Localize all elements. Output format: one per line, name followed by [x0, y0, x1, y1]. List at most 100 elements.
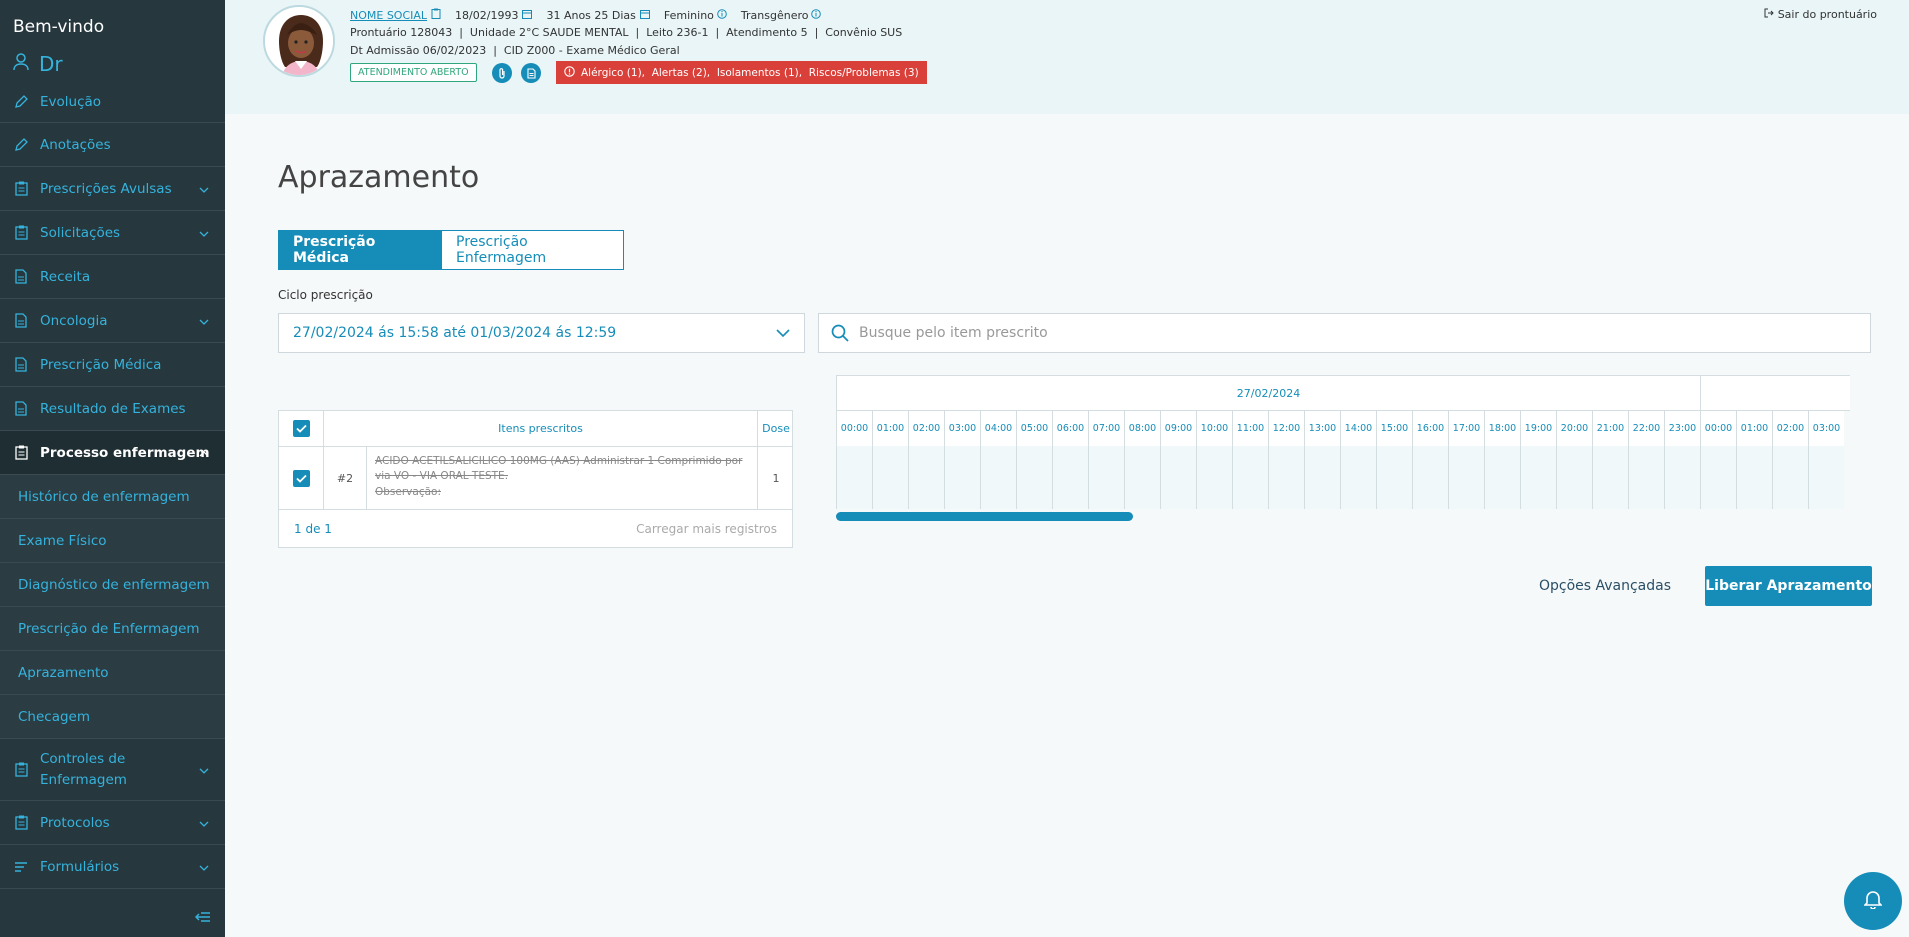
schedule-slot[interactable] — [1268, 446, 1304, 509]
table-footer: 1 de 1 Carregar mais registros — [279, 510, 792, 547]
schedule-slot[interactable] — [1736, 446, 1772, 509]
col-items-header: Itens prescritos — [324, 411, 758, 446]
sidebar-item-solicitacoes[interactable]: Solicitações — [0, 211, 225, 255]
schedule-slot[interactable] — [1592, 446, 1628, 509]
sidebar-item-label: Oncologia — [40, 312, 108, 329]
hour-label: 14:00 — [1340, 411, 1376, 446]
sidebar-item-receita[interactable]: Receita — [0, 255, 225, 299]
schedule-slot[interactable] — [1556, 446, 1592, 509]
collapse-sidebar-icon[interactable] — [194, 908, 211, 927]
table-header: Itens prescritos Dose — [279, 411, 792, 447]
load-more-button[interactable]: Carregar mais registros — [636, 522, 777, 536]
sidebar-item-prescricao-medica[interactable]: Prescrição Médica — [0, 343, 225, 387]
sidebar-subitem-aprazamento[interactable]: Aprazamento — [0, 651, 225, 695]
advanced-options-button[interactable]: Opções Avançadas — [1530, 566, 1680, 606]
cycle-select[interactable]: 27/02/2024 ás 15:58 até 01/03/2024 ás 12… — [278, 313, 805, 353]
schedule-slot[interactable] — [944, 446, 980, 509]
hour-label: 03:00 — [944, 411, 980, 446]
hours-row: 00:00 01:00 02:00 03:00 04:00 05:00 06:00 07:00… — [836, 411, 1844, 446]
sidebar-subitem-diagnostico[interactable]: Diagnóstico de enfermagem — [0, 563, 225, 607]
sidebar-item-label: Formulários — [40, 858, 120, 875]
tab-prescricao-enfermagem[interactable]: Prescrição Enfermagem — [442, 230, 624, 270]
schedule-slot[interactable] — [1088, 446, 1124, 509]
sidebar-item-label: Solicitações — [40, 224, 121, 241]
sidebar-item-anotacoes[interactable]: Anotações — [0, 123, 225, 167]
sidebar-item-resultado-exames[interactable]: Resultado de Exames — [0, 387, 225, 431]
schedule-slot[interactable] — [908, 446, 944, 509]
chevron-down-icon — [199, 181, 209, 197]
exit-record-link[interactable]: Sair do prontuário — [1764, 8, 1877, 21]
document-icon[interactable] — [521, 63, 541, 83]
schedule-slot[interactable] — [1376, 446, 1412, 509]
sidebar-subitem-historico[interactable]: Histórico de enfermagem — [0, 475, 225, 519]
schedule-slot[interactable] — [1520, 446, 1556, 509]
hour-label: 18:00 — [1484, 411, 1520, 446]
patient-avatar — [263, 5, 335, 77]
sidebar-item-formularios[interactable]: Formulários — [0, 845, 225, 889]
sidebar-item-processo-enfermagem[interactable]: Processo enfermagem — [0, 431, 225, 475]
pencil-icon — [13, 94, 29, 110]
info-icon[interactable] — [717, 8, 727, 22]
user-name[interactable]: Dr — [13, 52, 63, 76]
sidebar-item-label: Prescrições Avulsas — [40, 180, 172, 197]
sidebar-subitem-checagem[interactable]: Checagem — [0, 695, 225, 739]
hour-label: 05:00 — [1016, 411, 1052, 446]
notifications-button[interactable] — [1844, 872, 1902, 930]
clipboard-icon[interactable] — [431, 8, 441, 22]
sidebar-subitem-prescricao-enfermagem[interactable]: Prescrição de Enfermagem — [0, 607, 225, 651]
sidebar-item-protocolos[interactable]: Protocolos — [0, 801, 225, 845]
hour-label: 01:00 — [1736, 411, 1772, 446]
schedule-slot[interactable] — [1016, 446, 1052, 509]
hour-label: 12:00 — [1268, 411, 1304, 446]
prescription-tabs: Prescrição Médica Prescrição Enfermagem — [278, 230, 624, 270]
sidebar-item-label: Processo enfermagem — [40, 444, 210, 461]
schedule-slot[interactable] — [1340, 446, 1376, 509]
clipboard-icon — [13, 445, 29, 461]
patient-info-line-2: Prontuário 128043 | Unidade 2°C SAUDE ME… — [350, 26, 903, 39]
schedule-slot[interactable] — [1484, 446, 1520, 509]
schedule-slot[interactable] — [872, 446, 908, 509]
sidebar-item-label: Evolução — [40, 94, 102, 110]
chevron-down-icon — [199, 759, 209, 779]
sidebar-subitem-exame-fisico[interactable]: Exame Físico — [0, 519, 225, 563]
schedule-slot[interactable] — [980, 446, 1016, 509]
status-badge: ATENDIMENTO ABERTO — [350, 63, 477, 82]
schedule-slot[interactable] — [1808, 446, 1844, 509]
info-icon[interactable] — [811, 8, 822, 22]
schedule-slot[interactable] — [1232, 446, 1268, 509]
hour-label: 11:00 — [1232, 411, 1268, 446]
schedule-slot[interactable] — [1628, 446, 1664, 509]
schedule-slot[interactable] — [1664, 446, 1700, 509]
tab-prescricao-medica[interactable]: Prescrição Médica — [278, 230, 442, 270]
schedule-slot[interactable] — [1124, 446, 1160, 509]
patient-header: NOME SOCIAL 18/02/1993 31 Anos 25 Dias F… — [225, 0, 1909, 114]
hour-label: 00:00 — [836, 411, 872, 446]
date-row: 27/02/2024 — [836, 375, 1850, 411]
attachment-icon[interactable] — [492, 63, 512, 83]
schedule-slot[interactable] — [836, 446, 872, 509]
sidebar-item-controles-enfermagem[interactable]: Controles de Enfermagem — [0, 739, 225, 801]
release-schedule-button[interactable]: Liberar Aprazamento — [1705, 566, 1872, 606]
schedule-slot[interactable] — [1160, 446, 1196, 509]
clinical-alerts-bar[interactable]: Alérgico (1), Alertas (2), Isolamentos (… — [556, 61, 927, 84]
exit-label: Sair do prontuário — [1777, 8, 1877, 21]
search-input[interactable]: Busque pelo item prescrito — [818, 313, 1871, 353]
hour-label: 01:00 — [872, 411, 908, 446]
schedule-slot[interactable] — [1196, 446, 1232, 509]
sidebar-item-prescricoes-avulsas[interactable]: Prescrições Avulsas — [0, 167, 225, 211]
schedule-slot[interactable] — [1700, 446, 1736, 509]
row-checkbox[interactable] — [292, 469, 310, 487]
schedule-slot[interactable] — [1772, 446, 1808, 509]
schedule-slot[interactable] — [1412, 446, 1448, 509]
schedule-slot[interactable] — [1304, 446, 1340, 509]
sidebar-item-evolucao[interactable]: Evolução — [0, 82, 225, 123]
schedule-slot[interactable] — [1448, 446, 1484, 509]
hour-label: 00:00 — [1700, 411, 1736, 446]
select-all-checkbox[interactable] — [292, 420, 310, 437]
schedule-timeline[interactable]: 27/02/2024 00:00 01:00 02:00 03:00 04:00 05:0… — [836, 375, 1850, 510]
social-name-link[interactable]: NOME SOCIAL — [350, 9, 427, 22]
sidebar-item-oncologia[interactable]: Oncologia — [0, 299, 225, 343]
schedule-slot[interactable] — [1052, 446, 1088, 509]
row-select-cell — [279, 447, 324, 509]
horizontal-scrollbar[interactable] — [836, 512, 1133, 521]
